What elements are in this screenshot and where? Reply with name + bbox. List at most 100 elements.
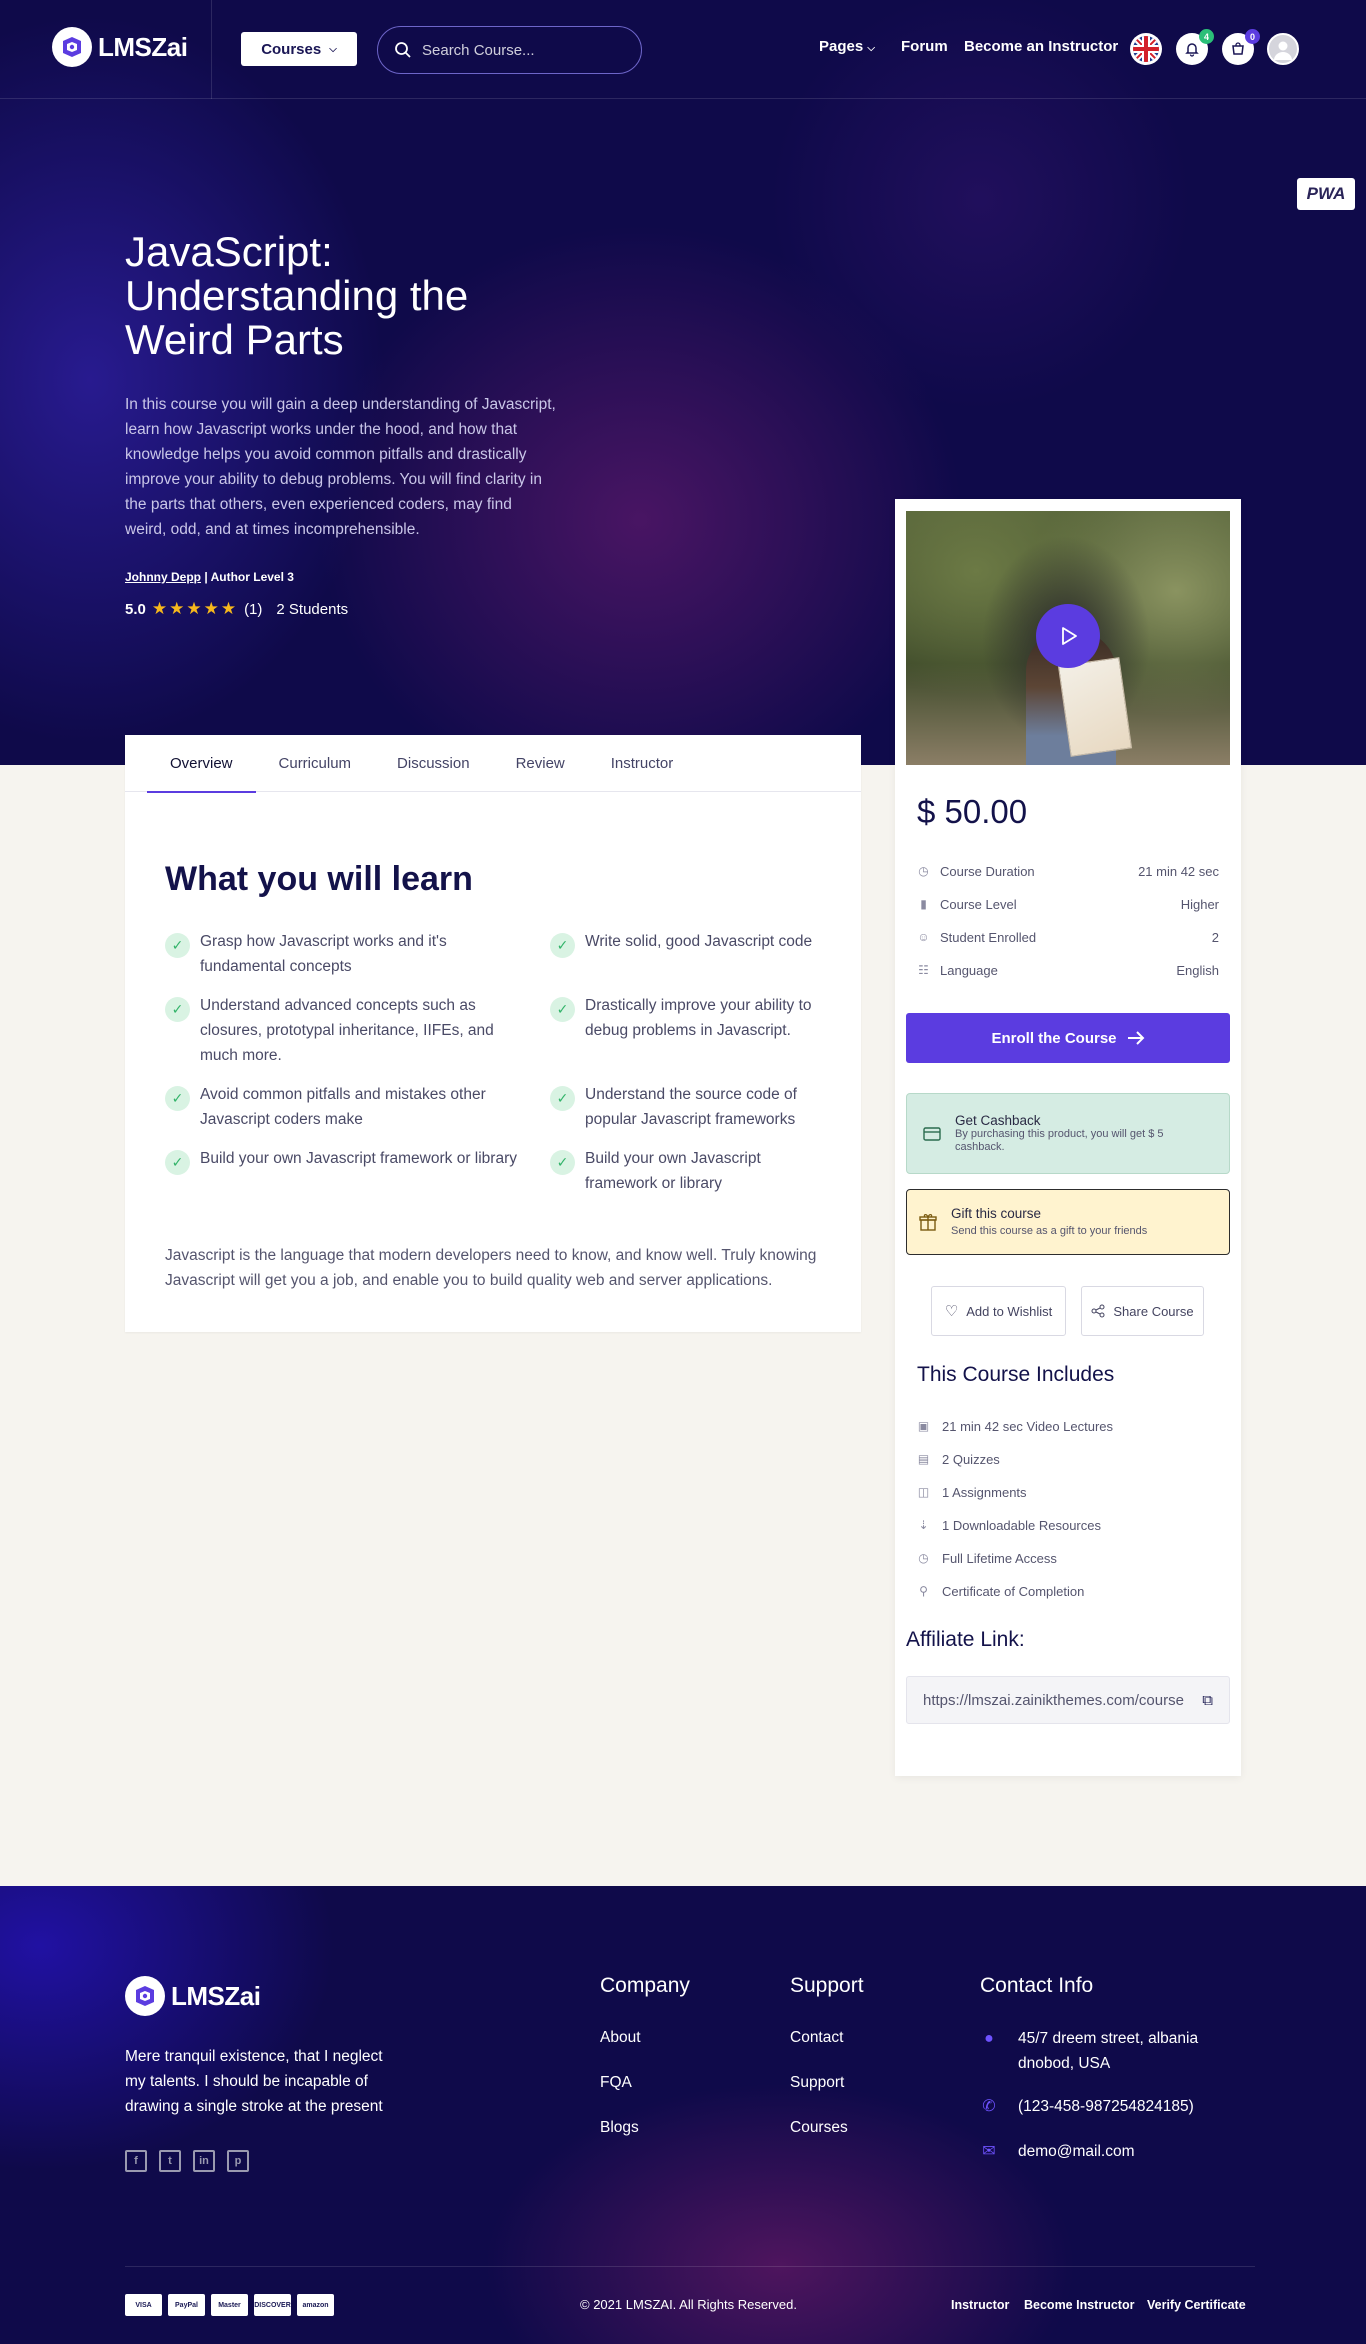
certificate-icon: ⚲ [919, 1584, 928, 1598]
tab-review[interactable]: Review [493, 735, 588, 792]
contact-phone: ✆ (123-458-987254824185) [980, 2094, 1194, 2119]
cashback-box: Get Cashback By purchasing this product,… [906, 1093, 1230, 1174]
footer-link-contact[interactable]: Contact [790, 2029, 843, 2047]
footer-company-title: Company [600, 1974, 690, 1997]
notification-button[interactable]: 4 [1176, 29, 1214, 65]
site-footer: LMSZai Mere tranquil existence, that I n… [0, 1886, 1366, 2344]
affiliate-link-input[interactable] [923, 1691, 1195, 1709]
site-logo[interactable]: LMSZai [52, 27, 188, 67]
share-icon [1091, 1304, 1105, 1318]
download-icon: ⇣ [918, 1518, 929, 1532]
clock-icon: ◷ [918, 864, 929, 878]
linkedin-icon[interactable]: in [193, 2150, 215, 2172]
include-item: ◫ 1 Assignments [917, 1485, 1027, 1500]
courses-dropdown-button[interactable]: Courses ⌵ [241, 32, 357, 66]
uk-flag-icon [1133, 36, 1159, 62]
footer-link-courses[interactable]: Courses [790, 2119, 848, 2137]
language-flag-button[interactable] [1130, 33, 1162, 65]
tab-curriculum[interactable]: Curriculum [256, 735, 375, 792]
learn-item-text: Build your own Javascript framework or l… [585, 1150, 761, 1192]
include-item: ▤ 2 Quizzes [917, 1452, 1000, 1467]
rating-count: (1) [244, 600, 263, 618]
footer-logo[interactable]: LMSZai [125, 1976, 261, 2016]
copy-icon[interactable]: ⧉ [1202, 1692, 1213, 1709]
tab-discussion[interactable]: Discussion [374, 735, 493, 792]
paypal-card-icon: PayPal [168, 2294, 205, 2316]
bar-chart-icon: ▮ [920, 897, 927, 911]
language-icon: ☷ [918, 963, 929, 977]
meta-value: 2 [1211, 930, 1219, 945]
add-to-wishlist-button[interactable]: ♡ Add to Wishlist [931, 1286, 1066, 1336]
pinterest-icon[interactable]: p [227, 2150, 249, 2172]
footer-link-blogs[interactable]: Blogs [600, 2119, 639, 2137]
footer-link-fqa[interactable]: FQA [600, 2074, 632, 2092]
cart-button[interactable]: 0 [1222, 29, 1260, 65]
learn-item: ✓ Understand the source code of popular J… [550, 1082, 835, 1132]
share-course-button[interactable]: Share Course [1081, 1286, 1204, 1336]
learn-item-text: Grasp how Javascript works and it's fund… [200, 933, 447, 975]
search-icon [395, 42, 411, 58]
copyright: © 2021 LMSZAI. All Rights Reserved. [580, 2297, 797, 2312]
gift-course-box[interactable]: Gift this course Send this course as a g… [906, 1189, 1230, 1255]
meta-label: Language [940, 963, 998, 978]
chevron-down-icon: ⌵ [867, 43, 875, 54]
meta-label: Course Level [940, 897, 1017, 912]
include-item: ⚲ Certificate of Completion [917, 1584, 1084, 1599]
learn-item-text: Build your own Javascript framework or l… [200, 1150, 517, 1167]
footer-contact-title: Contact Info [980, 1974, 1094, 1997]
footer-support-title: Support [790, 1974, 864, 1997]
include-item: ⇣ 1 Downloadable Resources [917, 1518, 1101, 1533]
bell-icon [1185, 43, 1199, 57]
facebook-icon[interactable]: f [125, 2150, 147, 2172]
gift-icon [919, 1214, 937, 1231]
twitter-icon[interactable]: t [159, 2150, 181, 2172]
phone-text: (123-458-987254824185) [1018, 2098, 1194, 2115]
video-icon: ▣ [917, 1419, 930, 1433]
nav-pages[interactable]: Pages ⌵ [819, 38, 875, 55]
nav-become-instructor[interactable]: Become an Instructor [964, 38, 1118, 55]
include-text: 1 Assignments [942, 1485, 1027, 1500]
pwa-badge[interactable]: PWA [1297, 178, 1355, 210]
course-preview-video[interactable] [906, 511, 1230, 765]
tab-instructor[interactable]: Instructor [588, 735, 697, 792]
contact-email: ✉ demo@mail.com [980, 2139, 1134, 2164]
cart-badge: 0 [1245, 29, 1260, 44]
author-name-link[interactable]: Johnny Depp [125, 570, 201, 584]
footer-link-support[interactable]: Support [790, 2074, 844, 2092]
meta-value: Higher [1180, 897, 1219, 912]
student-count: 2 Students [276, 600, 349, 618]
logo-icon [52, 27, 92, 67]
search-input[interactable] [422, 41, 622, 59]
include-text: 1 Downloadable Resources [942, 1518, 1101, 1533]
user-avatar[interactable] [1267, 33, 1299, 65]
clock-icon: ◷ [918, 1551, 929, 1565]
tab-overview[interactable]: Overview [147, 735, 256, 793]
check-icon: ✓ [550, 1150, 575, 1175]
course-price: $ 50.00 [917, 793, 1028, 830]
footer-link-about[interactable]: About [600, 2029, 641, 2047]
header-divider [211, 0, 212, 99]
play-button[interactable] [1036, 604, 1100, 668]
nav-forum[interactable]: Forum [901, 38, 948, 55]
course-sidebar: $ 50.00 ◷ Course Duration 21 min 42 sec ▮ C… [895, 499, 1241, 1776]
mastercard-icon: Master [211, 2294, 248, 2316]
cashback-text: By purchasing this product, you will get… [955, 1128, 1164, 1153]
footer-bottom-become-instructor[interactable]: Become Instructor [1024, 2298, 1134, 2312]
star-rating-icon: ★★★★★ [151, 599, 239, 618]
meta-value: 21 min 42 sec [1138, 864, 1219, 879]
payment-methods: VISA PayPal Master DISCOVER amazon [125, 2294, 334, 2316]
cashback-title: Get Cashback [955, 1113, 1041, 1128]
include-item: ◷ Full Lifetime Access [917, 1551, 1057, 1566]
enroll-button[interactable]: Enroll the Course [906, 1013, 1230, 1063]
footer-bottom-verify-certificate[interactable]: Verify Certificate [1147, 2298, 1246, 2312]
rating-value: 5.0 [125, 600, 146, 618]
meta-value: English [1176, 963, 1219, 978]
check-icon: ✓ [165, 1150, 190, 1175]
amazon-card-icon: amazon [297, 2294, 334, 2316]
learn-item-text: Understand advanced concepts such as clo… [200, 997, 494, 1064]
learn-item: ✓ Drastically improve your ability to deb… [550, 993, 835, 1068]
check-icon: ✓ [550, 997, 575, 1022]
footer-bottom-instructor[interactable]: Instructor [951, 2298, 1009, 2312]
affiliate-link-box: ⧉ [906, 1676, 1230, 1724]
include-item: ▣ 21 min 42 sec Video Lectures [917, 1419, 1113, 1434]
